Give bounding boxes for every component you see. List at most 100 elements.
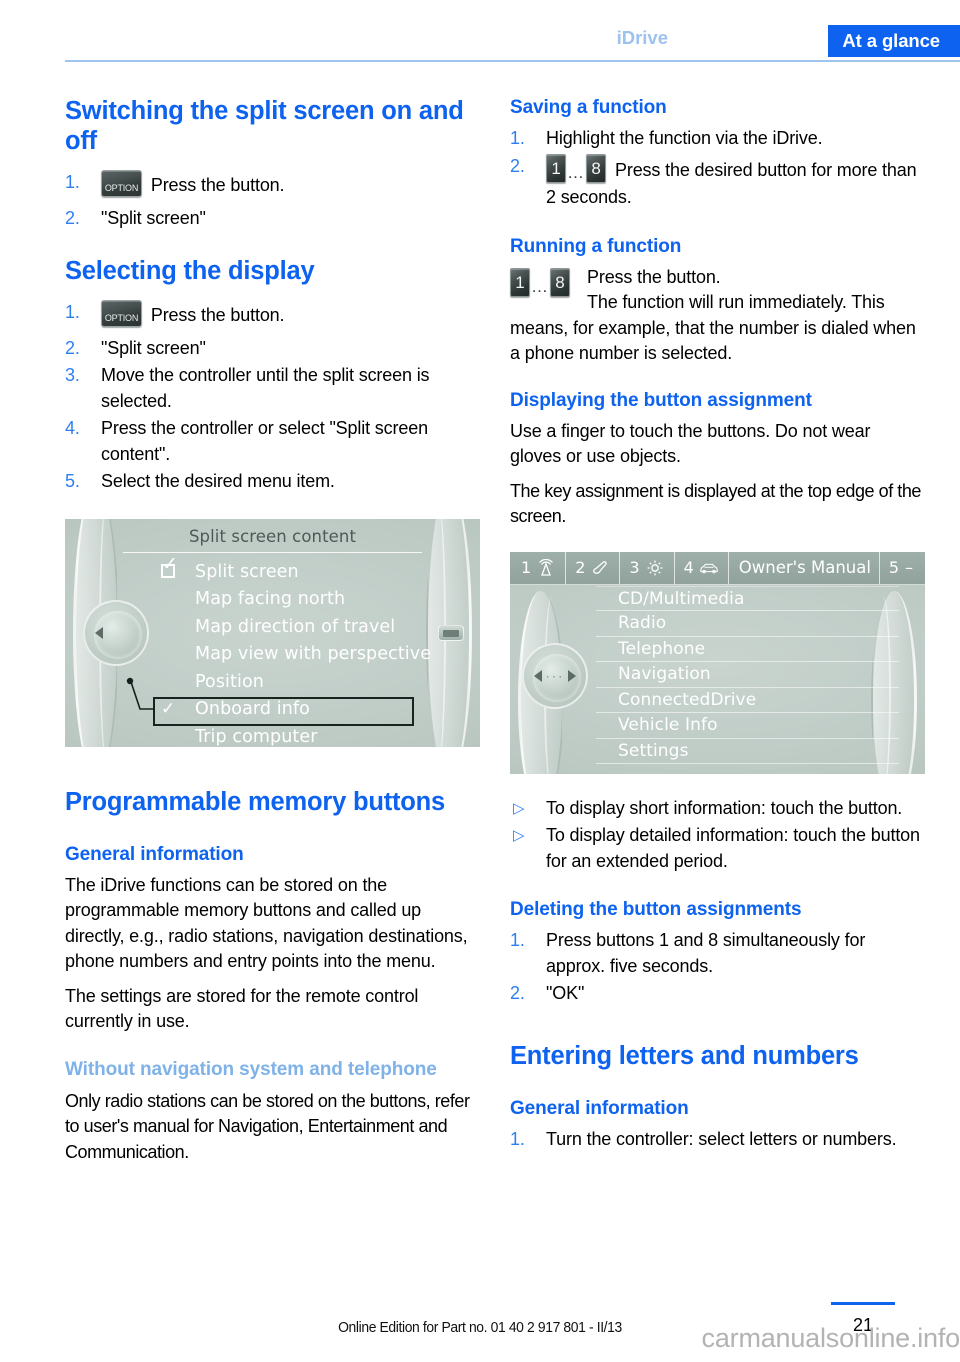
memory-buttons-range-icon: 1 … 8 [546,153,606,186]
breadcrumb-idrive: iDrive [616,27,668,48]
steps-selecting-the-display: 1. OPTION Press the button. 2. "Split sc… [65,299,480,495]
bullet-text: To display short information: touch the … [546,797,903,818]
memory-button-8-label: 8 [591,158,601,178]
step-number: 1. [65,172,80,192]
step-item: 4. Press the controller or select "Split… [65,416,480,467]
breadcrumb-active-chapter: At a glance [828,25,960,57]
list-item[interactable]: Position [161,669,450,697]
step-text: Select the desired menu item. [101,471,335,491]
key-number: 3 [629,558,640,577]
heading-saving-a-function: Saving a function [510,97,667,118]
key-assignment-4[interactable]: 4 [675,551,729,584]
heading-switching-split-screen: Switching the split screen on and off [65,97,464,155]
arrow-right-icon [568,669,576,682]
checkbox-checked-icon [161,555,178,578]
selection-highlight-box [153,696,414,726]
step-item: 2. "Split screen" [65,336,480,362]
steps-entering-letters-and-numbers: 1. Turn the controller: select letters o… [510,1127,925,1153]
step-text: "Split screen" [101,208,206,228]
paragraph-radio-only: Only radio stations can be stored on the… [65,1090,470,1162]
step-number: 1. [510,128,525,148]
arrow-left-icon [95,626,103,639]
list-item-label: Map direction of travel [195,616,396,637]
idrive-screenshot-split-screen-content: Split screen content Split screen Map fa… [65,518,480,747]
list-item[interactable]: CD/Multimedia [596,585,899,611]
list-item-label: Map view with perspective [195,644,432,664]
memory-button-8-label: 8 [555,272,565,292]
bullet-text: To display detailed information: touch t… [546,825,920,871]
phone-icon [590,558,610,578]
triangle-bullet-icon: ▷ [513,799,525,817]
step-item: 2. "Split screen" [65,206,480,232]
key-assignment-2[interactable]: 2 [566,551,621,584]
gear-icon [645,558,665,578]
key-number: 2 [575,558,586,577]
triangle-bullet-icon: ▷ [513,827,525,844]
step-item: 1. OPTION Press the button. [65,299,480,334]
option-button-label: OPTION [104,312,139,323]
list-item[interactable]: Settings [596,739,899,764]
heading-deleting-button-assignments: Deleting the button assignments [510,899,802,920]
list-item[interactable]: Vehicle Info [596,713,899,739]
step-number: 1. [65,301,80,322]
list-item: ▷ To display detailed information: touch… [510,823,925,874]
step-item: 1. OPTION Press the button. [65,170,480,204]
list-item-label: Position [195,671,264,692]
step-text: Press buttons 1 and 8 simultaneously for… [546,930,866,976]
screen-title: Owner's Manual [738,558,871,577]
paragraph-use-a-finger: Use a finger to touch the buttons. Do no… [510,420,871,467]
knob-ring: ··· [522,642,588,709]
running-result-text-rest: means, for example, that the number is d… [510,317,916,364]
left-column: Switching the split screen on and off 1.… [65,96,480,1165]
step-item: 5. Select the desired menu item. [65,469,480,495]
steps-deleting-button-assignments: 1. Press buttons 1 and 8 simultaneously … [510,928,925,1007]
list-item[interactable]: Map facing north [161,586,450,614]
screen-side-button [438,624,464,641]
option-button-icon: OPTION [101,170,142,197]
list-item[interactable]: Telephone [596,637,899,662]
page-header: iDrive At a glance [0,0,960,62]
step-item: 1. Press buttons 1 and 8 simultaneously … [510,928,925,979]
key-number: 1 [521,558,532,577]
arrow-left-icon [534,669,542,682]
key-assignment-3[interactable]: 3 [620,551,675,584]
key-empty-symbol: – [905,558,913,577]
list-item[interactable]: ConnectedDrive [596,688,899,713]
list-item[interactable]: Map view with perspective [161,641,450,669]
controller-knob-graphic: ··· [522,642,588,709]
step-number: 2. [65,208,80,228]
header-divider [65,60,960,62]
running-result-text-line1: The function will run immediately. This [587,292,885,312]
key-assignment-5[interactable]: 5 – [878,551,925,584]
heading-selecting-the-display: Selecting the display [65,256,315,285]
list-item-label: Trip computer [195,726,318,747]
step-number: 5. [65,471,80,491]
step-item: 2. "OK" [510,981,925,1007]
memory-button-1-icon: 1 [510,267,530,297]
running-a-function-block: 1 … 8 Press the button. The function wil… [510,265,925,367]
list-item[interactable]: Trip computer [161,724,450,747]
memory-buttons-range-icon: 1 … 8 [510,267,570,297]
step-text: Press the button. [150,304,285,325]
paragraph-memory-buttons-intro: The iDrive functions can be stored on th… [65,874,468,972]
right-column: Saving a function 1. Highlight the funct… [510,96,925,1154]
paragraph-remote-control: The settings are stored for the remote c… [65,985,419,1032]
antenna-icon [536,558,556,578]
list-item[interactable]: Navigation [596,662,899,688]
list-item[interactable]: Map direction of travel [161,614,450,642]
step-text: Press the button. [150,175,285,195]
list-item[interactable]: Radio [596,611,899,637]
step-number: 1. [510,1128,525,1149]
list-item[interactable]: Split screen [161,555,450,587]
key-assignment-1[interactable]: 1 [510,551,567,584]
knob-dots: ··· [545,668,565,684]
memory-button-8-icon: 8 [586,153,606,183]
